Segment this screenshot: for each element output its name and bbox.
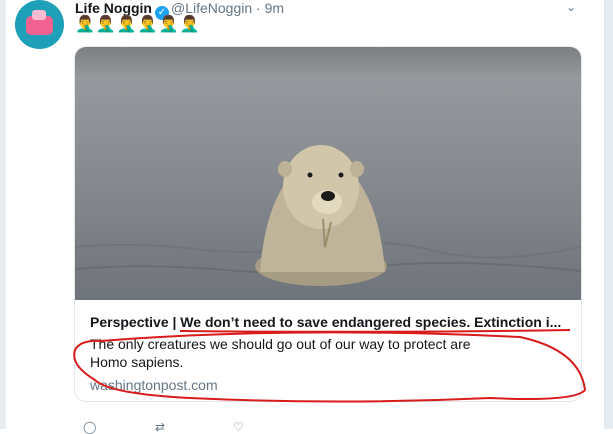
link-card[interactable]: Perspective | We don’t need to save enda… [74,46,582,402]
avatar-logo-shape-top [32,10,46,20]
retweet-icon[interactable]: ⇄ [155,420,165,434]
scrollbar-track[interactable] [604,0,613,429]
display-name[interactable]: Life Noggin [75,0,152,16]
reply-icon[interactable]: ◯ [83,420,96,434]
timestamp[interactable]: 9m [265,0,284,16]
chevron-down-icon[interactable]: ⌄ [563,0,579,16]
user-handle[interactable]: @LifeNoggin [171,0,252,16]
avatar[interactable] [15,0,64,49]
heart-icon[interactable]: ♡ [233,420,244,434]
tweet-header: Life Noggin ✓ @LifeNoggin · 9m [75,0,284,20]
card-domain[interactable]: washingtonpost.com [90,376,218,394]
card-description[interactable]: The only creatures we should go out of o… [90,335,510,371]
card-image[interactable] [75,47,581,300]
card-title[interactable]: Perspective | We don’t need to save enda… [90,313,570,331]
tweet-text: 🤦‍♂️🤦‍♂️🤦‍♂️🤦‍♂️🤦‍♂️🤦‍♂️ [75,16,201,33]
left-gutter [0,0,6,429]
separator-dot: · [256,0,261,16]
